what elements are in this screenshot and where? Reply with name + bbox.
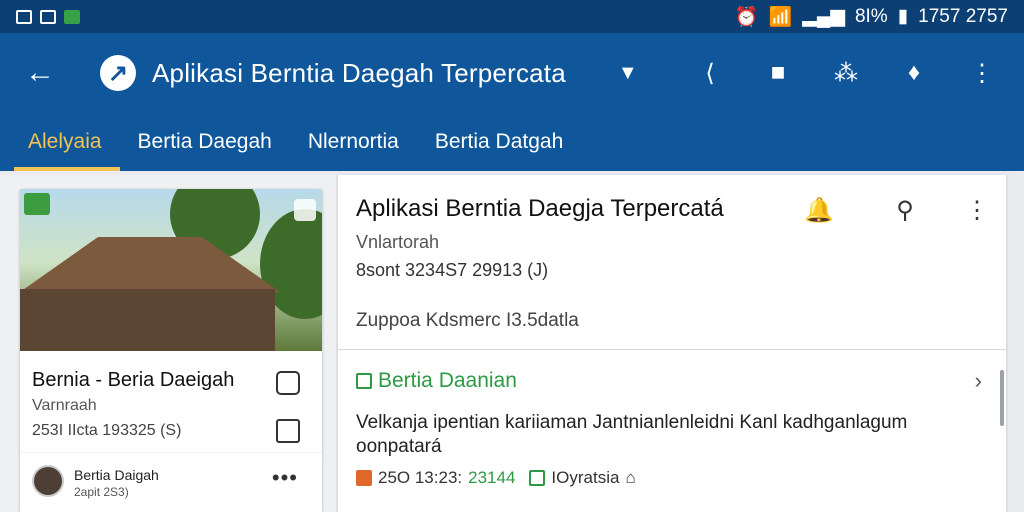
author-time: 2apit 2S3) [74,485,129,499]
overflow-menu-icon[interactable]: ⋮ [966,57,998,89]
article-meta: 8sont 3234S7 29913 (J) [356,260,549,280]
tab-2[interactable]: Bertia Daegah [120,113,290,171]
status-bar: ⏰ 📶 ▂▄▆ 8I% ▮ 1757 2757 [0,0,1024,33]
source-badge-icon [24,193,50,215]
tab-bar: Alelyaia Bertia Daegah Nlernortia Bertia… [0,113,1024,171]
network-share-icon[interactable]: ⁂ [830,57,862,89]
news-thumbnail [20,189,322,351]
footer-time: 25O 13:23: [378,468,463,487]
section-label: Bertia Daanian [378,369,517,392]
search-icon[interactable] [276,371,300,395]
article-footer: 25O 13:23: 23144 IOyratsia ⌂ [356,468,636,488]
article-body: Velkanja ipentian kariiaman Jantnianlenl… [356,412,908,457]
card-meta: 253I IIcta 193325 (S) [32,422,182,439]
app-notification-icon [64,9,80,24]
signal-icon: ▂▄▆ [802,6,845,27]
link-icon[interactable] [294,199,316,221]
battery-percent: 8I% [854,5,888,27]
message-notification-icon [40,9,56,24]
scrollbar[interactable] [1000,370,1004,426]
divider [338,349,1006,350]
wifi-icon: 📶 [768,6,793,28]
article-zone: Zuppoa Kdsmerc I3.5datla [356,310,579,331]
section-icon [356,373,372,389]
tag-icon [529,470,546,486]
source-icon [356,470,372,486]
bookmark-icon[interactable] [276,419,300,443]
article-title: Aplikasi Berntia Daegja Terpercatá [356,195,724,222]
back-arrow-icon[interactable]: ← [18,51,62,95]
notification-bell-icon[interactable]: ♦ [898,57,930,89]
overflow-menu-icon[interactable]: ⋮ [962,195,992,225]
home-icon[interactable]: ⌂ [625,468,635,488]
footer-count: 23144 [468,468,516,487]
app-title: Aplikasi Berntia Daegah Terpercata [152,57,566,88]
search-icon[interactable]: ⚲ [890,195,920,225]
author-card[interactable]: Bertia Daigah 2apit 2S3) ••• [20,453,322,512]
bell-icon[interactable]: 🔔 [804,195,834,225]
tab-4[interactable]: Bertia Datgah [417,113,581,171]
alarm-icon: ⏰ [734,6,759,28]
gallery-notification-icon [16,9,32,24]
robot-icon[interactable]: ■ [762,57,794,89]
tab-3[interactable]: Nlernortia [290,113,417,171]
left-pane: Bernia - Beria Daeigah Varnraah 253I IIc… [0,175,336,512]
author-name: Bertia Daigah [74,467,159,483]
footer-tag[interactable]: IOyratsia [551,468,619,488]
chevron-right-icon[interactable]: › [975,368,982,394]
house-body [20,289,275,351]
article-subtitle: Vnlartorah [356,232,440,252]
avatar [32,465,64,497]
app-logo-icon: ↗ [100,55,136,91]
card-title: Bernia - Beria Daeigah [32,369,235,391]
card-subtitle: Varnraah [32,397,97,414]
more-options-icon[interactable]: ••• [272,465,298,491]
dropdown-caret-icon[interactable]: ▼ [618,62,638,85]
section-header[interactable]: Bertia Daanian [356,369,517,393]
tab-1[interactable]: Alelyaia [0,113,120,171]
share-icon[interactable]: ⟨ [694,57,726,89]
battery-icon: ▮ [897,6,909,27]
clock: 1757 2757 [918,5,1008,27]
news-card[interactable]: Bernia - Beria Daeigah Varnraah 253I IIc… [20,189,322,454]
app-bar: ← ↗ Aplikasi Berntia Daegah Terpercata ▼… [0,33,1024,113]
main-pane: Aplikasi Berntia Daegja Terpercatá 🔔 ⚲ ⋮… [338,175,1006,512]
